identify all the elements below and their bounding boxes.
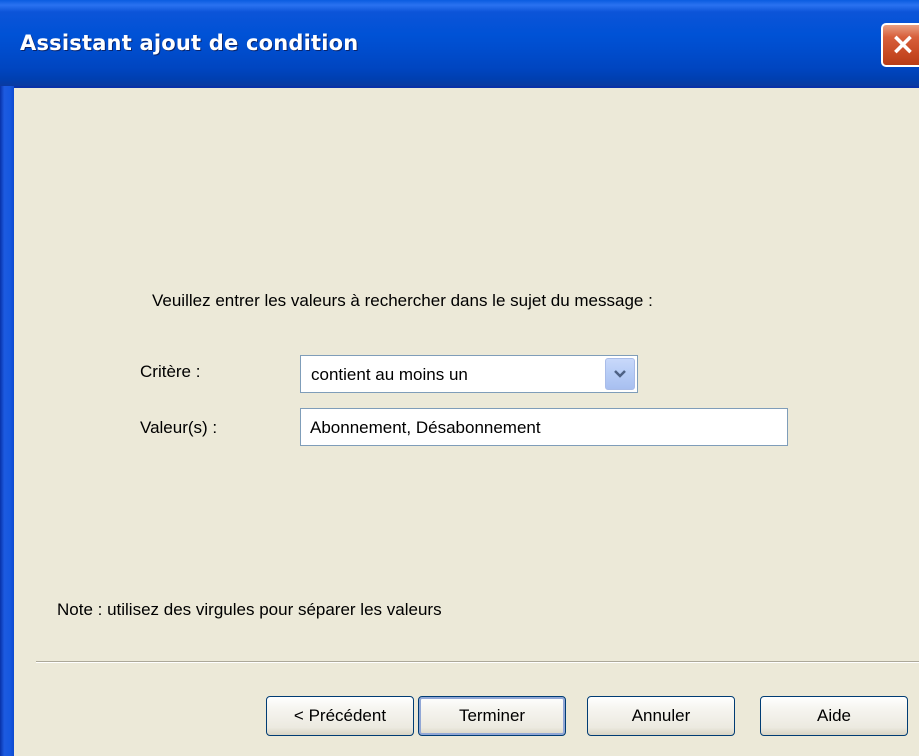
note-text: Note : utilisez des virgules pour sépare… xyxy=(57,600,442,619)
close-button[interactable]: × xyxy=(881,23,919,67)
instruction-text: Veuillez entrer les valeurs à rechercher… xyxy=(152,291,653,310)
values-input-text: Abonnement, Désabonnement xyxy=(310,418,541,437)
dropdown-button[interactable] xyxy=(605,358,635,390)
criterion-selected-value: contient au moins un xyxy=(311,365,468,384)
title-bar[interactable]: Assistant ajout de condition × xyxy=(0,0,919,88)
previous-button[interactable]: < Précédent xyxy=(266,696,414,736)
wizard-dialog: Assistant ajout de condition × Veuillez … xyxy=(0,0,919,756)
values-input[interactable]: Abonnement, Désabonnement xyxy=(300,408,788,446)
finish-button[interactable]: Terminer xyxy=(418,696,566,736)
window-border-left xyxy=(0,86,14,756)
criterion-label: Critère : xyxy=(140,362,201,381)
chevron-down-icon xyxy=(614,370,626,378)
separator xyxy=(36,661,919,663)
cancel-button[interactable]: Annuler xyxy=(587,696,735,736)
help-button[interactable]: Aide xyxy=(760,696,908,736)
close-icon: × xyxy=(890,27,916,62)
window-title: Assistant ajout de condition xyxy=(20,31,359,55)
values-label: Valeur(s) : xyxy=(140,418,218,437)
criterion-dropdown[interactable]: contient au moins un xyxy=(300,355,638,393)
